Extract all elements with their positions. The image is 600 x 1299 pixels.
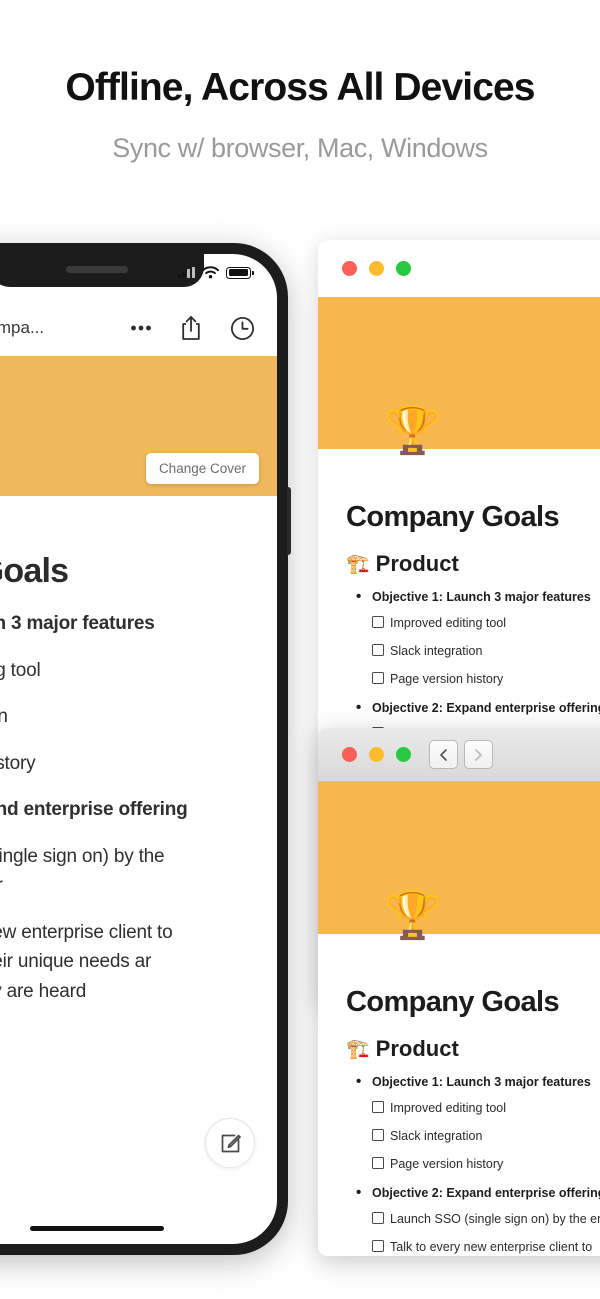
phone-line[interactable]: editing tool: [0, 657, 243, 685]
checkbox-icon[interactable]: [372, 616, 384, 628]
page-cover-image[interactable]: [318, 782, 600, 934]
checkbox-icon[interactable]: [372, 1101, 384, 1113]
compose-edit-icon: [221, 1134, 241, 1152]
checklist-item[interactable]: Improved editing tool: [346, 615, 600, 632]
forward-button[interactable]: [464, 740, 493, 769]
checkbox-icon[interactable]: [372, 643, 384, 656]
home-indicator: [30, 1226, 164, 1231]
page-icon-trophy-icon[interactable]: 🏆: [384, 407, 441, 453]
phone-line[interactable]: ery new enterprise client to: [0, 919, 243, 947]
browser-app-window[interactable]: 🏆 Company Goals 🏗️ Product Objective 1: …: [318, 728, 600, 1256]
checklist-item-label: Slack integration: [390, 1128, 483, 1143]
section-heading-product[interactable]: 🏗️ Product: [346, 551, 600, 577]
chevron-left-icon: [440, 748, 447, 761]
close-window-button[interactable]: [342, 261, 357, 276]
chevron-right-icon: [475, 748, 482, 761]
power-button[interactable]: [287, 487, 291, 555]
section-heading-label: Product: [375, 1036, 459, 1061]
battery-icon: [226, 266, 254, 279]
phone-line[interactable]: e year: [0, 872, 243, 900]
document-body: 🏆 Company Goals 🏗️ Product Objective 1: …: [318, 407, 600, 771]
checklist-item-label: Launch SSO (single sign on) by the end o…: [390, 1211, 600, 1226]
traffic-light-group: [342, 747, 411, 762]
phone-line[interactable]: aunch 3 major features: [0, 610, 243, 638]
minimize-window-button[interactable]: [369, 261, 384, 276]
checklist-item-label: Page version history: [390, 1156, 504, 1171]
document-title[interactable]: Company Goals: [346, 934, 600, 1019]
iphone-mockup[interactable]: 🏆 Compa...: [0, 243, 291, 1255]
checklist-item[interactable]: Page version history: [346, 1156, 600, 1173]
zoom-window-button[interactable]: [396, 747, 411, 762]
mac-window-titlebar: [318, 240, 600, 297]
objective-1-bullet[interactable]: Objective 1: Launch 3 major features: [346, 1073, 600, 1090]
checklist-item[interactable]: Launch SSO (single sign on) by the end o…: [346, 1211, 600, 1228]
checklist-item-label: Talk to every new enterprise client to u…: [390, 1239, 593, 1254]
zoom-window-button[interactable]: [396, 261, 411, 276]
objective-2-bullet[interactable]: Objective 2: Expand enterprise offering: [346, 699, 600, 716]
earpiece-speaker-icon: [66, 266, 128, 273]
checklist-item[interactable]: Slack integration: [346, 1128, 600, 1145]
phone-page-title[interactable]: Compa...: [0, 318, 44, 338]
crane-icon: 🏗️: [346, 554, 370, 575]
phone-line[interactable]: e they are heard: [0, 978, 243, 1006]
checkbox-icon[interactable]: [372, 1239, 384, 1252]
ellipsis-icon: [131, 325, 151, 331]
device-mockup-stage: 🏆 Company Goals 🏗️ Product Objective 1: …: [0, 0, 600, 1299]
share-icon: [182, 316, 200, 340]
phone-line[interactable]: ion history: [0, 750, 243, 778]
crane-icon: 🏗️: [346, 1039, 370, 1060]
phone-app-navbar: 🏆 Compa...: [0, 300, 277, 356]
browser-nav-buttons: [429, 740, 493, 769]
phone-line[interactable]: gration: [0, 703, 243, 731]
clock-icon: [230, 316, 255, 340]
checkbox-icon[interactable]: [372, 671, 384, 684]
phone-page-cover[interactable]: Change Cover: [0, 356, 277, 496]
checklist-item-label: Page version history: [390, 671, 504, 686]
checkbox-icon[interactable]: [372, 1211, 384, 1224]
back-button[interactable]: [429, 740, 458, 769]
share-button[interactable]: [180, 315, 202, 341]
more-options-button[interactable]: [130, 324, 152, 332]
phone-document-body: y Goals aunch 3 major features editing t…: [0, 496, 277, 1005]
checkbox-icon[interactable]: [372, 1128, 384, 1141]
phone-status-bar: [177, 266, 254, 279]
wifi-icon: [202, 266, 219, 279]
phone-line[interactable]: Expand enterprise offering: [0, 796, 243, 824]
checklist-item[interactable]: Improved editing tool: [346, 1100, 600, 1117]
traffic-light-group: [342, 261, 411, 276]
close-window-button[interactable]: [342, 747, 357, 762]
cellular-signal-icon: [177, 267, 195, 278]
phone-notch: [0, 254, 204, 287]
page-icon-trophy-icon[interactable]: 🏆: [384, 892, 441, 938]
document-body: 🏆 Company Goals 🏗️ Product Objective 1: …: [318, 892, 600, 1257]
checklist-item[interactable]: Talk to every new enterprise client to u…: [346, 1239, 600, 1257]
change-cover-button[interactable]: Change Cover: [145, 453, 259, 484]
minimize-window-button[interactable]: [369, 747, 384, 762]
objective-1-bullet[interactable]: Objective 1: Launch 3 major features: [346, 588, 600, 605]
browser-window-titlebar: [318, 728, 600, 782]
document-title[interactable]: Company Goals: [346, 449, 600, 534]
checklist-item[interactable]: Page version history: [346, 671, 600, 688]
checklist-item-label: Improved editing tool: [390, 616, 507, 630]
checkbox-icon[interactable]: [372, 1156, 384, 1169]
checklist-item-label: Improved editing tool: [390, 1101, 507, 1115]
section-heading-label: Product: [375, 551, 459, 576]
checklist-item-label: Slack integration: [390, 643, 483, 658]
objective-2-bullet[interactable]: Objective 2: Expand enterprise offering: [346, 1184, 600, 1201]
checklist-item[interactable]: Slack integration: [346, 643, 600, 660]
phone-screen: 🏆 Compa...: [0, 254, 277, 1244]
phone-line[interactable]: SO (single sign on) by the: [0, 843, 243, 871]
history-button[interactable]: [230, 316, 255, 341]
compose-edit-button[interactable]: [205, 1118, 255, 1168]
page-cover-image[interactable]: [318, 297, 600, 449]
phone-document-title[interactable]: y Goals: [0, 496, 243, 591]
section-heading-product[interactable]: 🏗️ Product: [346, 1036, 600, 1062]
phone-line[interactable]: nd their unique needs ar: [0, 948, 243, 976]
